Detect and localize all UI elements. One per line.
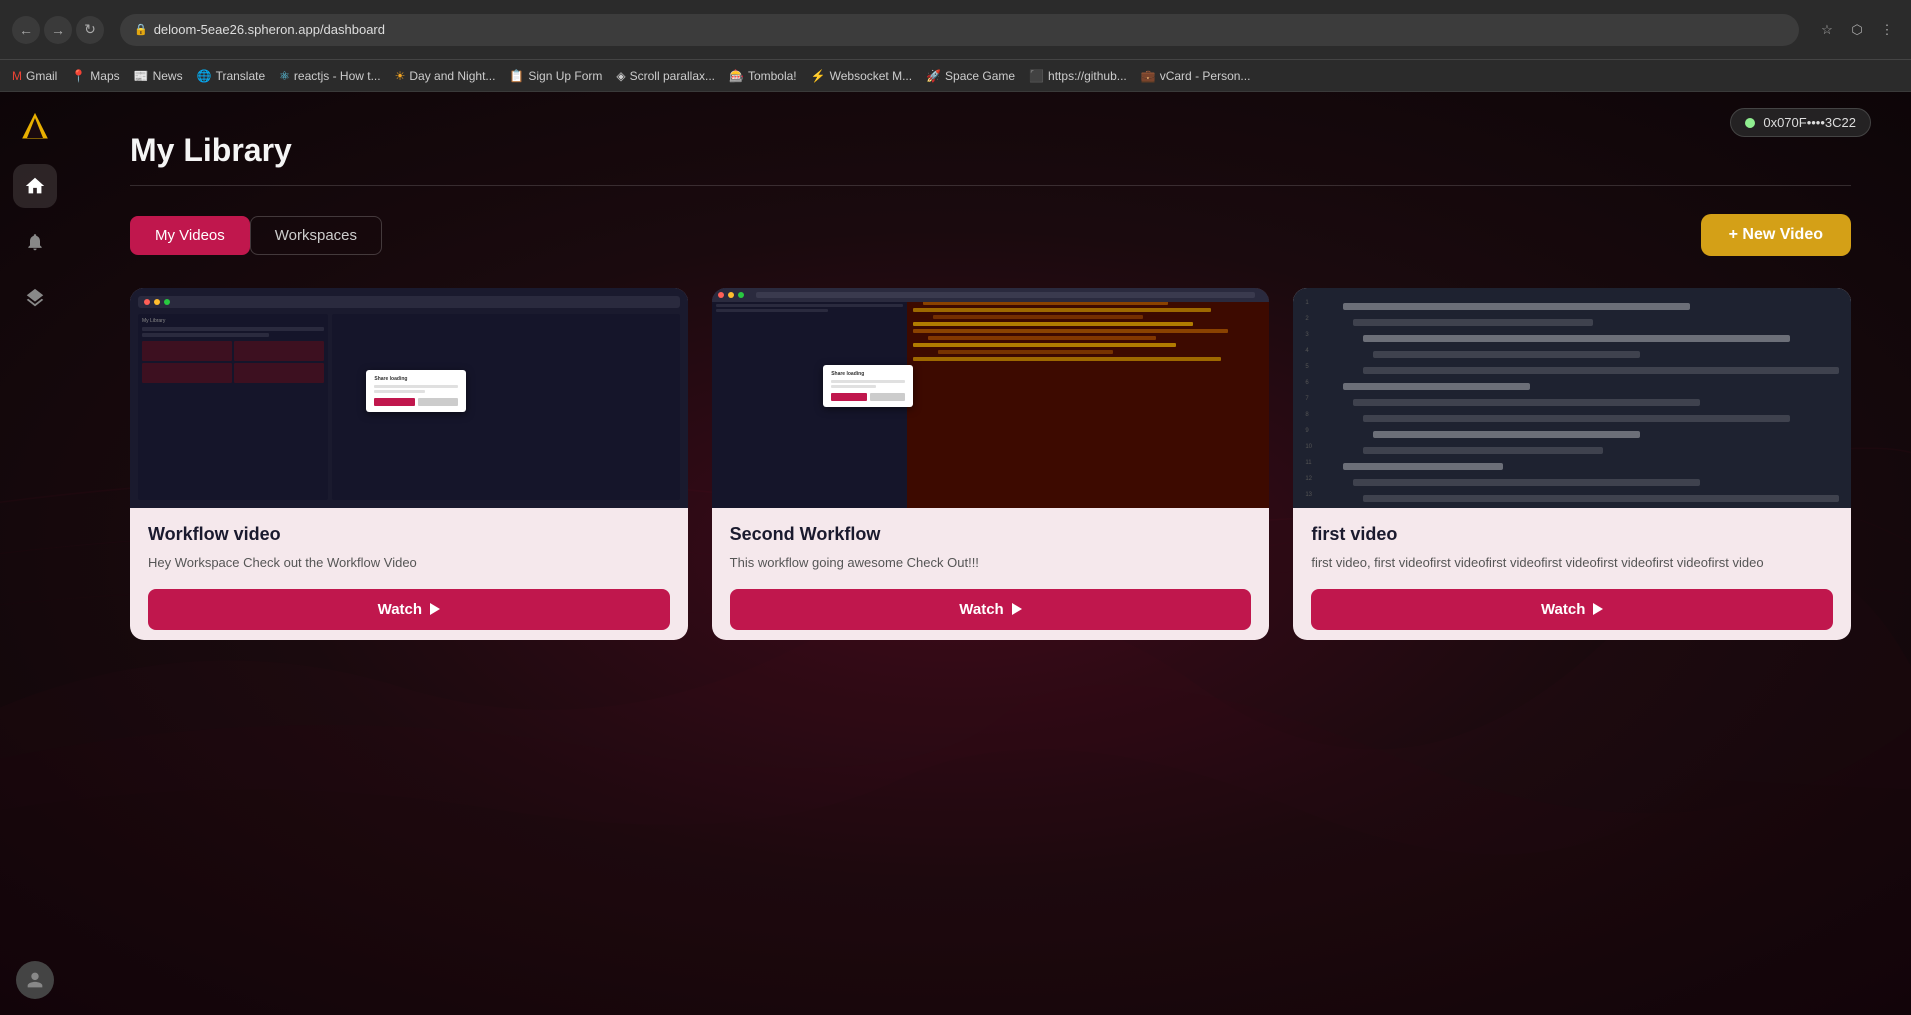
url-text: deloom-5eae26.spheron.app/dashboard bbox=[154, 22, 385, 37]
app-logo[interactable] bbox=[17, 108, 53, 144]
reactjs-icon: ⚛ bbox=[279, 69, 290, 83]
bookmark-gmail[interactable]: M Gmail bbox=[12, 69, 57, 83]
card-footer-2: Watch bbox=[730, 589, 1252, 630]
card-footer-3: Watch bbox=[1311, 589, 1833, 630]
parallax-icon: ◈ bbox=[616, 69, 625, 83]
tab-workspaces[interactable]: Workspaces bbox=[250, 216, 382, 255]
extensions-icon[interactable]: ⬡ bbox=[1845, 18, 1869, 42]
sidebar bbox=[0, 92, 70, 1015]
card-body-3: first video first video, first videofirs… bbox=[1293, 508, 1851, 640]
play-icon-1 bbox=[430, 603, 440, 615]
tombola-icon: 🎰 bbox=[729, 69, 744, 83]
app-container: 0x070F••••3C22 My Library My Videos Work… bbox=[0, 92, 1911, 1015]
bookmark-github[interactable]: ⬛ https://github... bbox=[1029, 69, 1127, 83]
watch-button-1[interactable]: Watch bbox=[148, 589, 670, 630]
websocket-icon: ⚡ bbox=[811, 69, 826, 83]
bookmark-vcard[interactable]: 💼 vCard - Person... bbox=[1141, 69, 1251, 83]
browser-nav-buttons: ← → ↻ bbox=[12, 16, 104, 44]
card-title-3: first video bbox=[1311, 524, 1833, 545]
header-bar: 0x070F••••3C22 bbox=[1730, 108, 1871, 137]
vcard-icon: 💼 bbox=[1141, 69, 1156, 83]
title-divider bbox=[130, 185, 1851, 186]
cards-grid: My Library bbox=[130, 288, 1851, 640]
play-icon-2 bbox=[1012, 603, 1022, 615]
card-title-2: Second Workflow bbox=[730, 524, 1252, 545]
bookmark-tombola[interactable]: 🎰 Tombola! bbox=[729, 69, 797, 83]
new-video-button[interactable]: + New Video bbox=[1701, 214, 1851, 256]
bookmark-news[interactable]: 📰 News bbox=[134, 69, 183, 83]
code-thumbnail: 1 2 3 4 bbox=[1293, 288, 1851, 508]
daynight-icon: ☀ bbox=[395, 69, 406, 83]
bookmark-daynight[interactable]: ☀ Day and Night... bbox=[395, 69, 496, 83]
wallet-badge[interactable]: 0x070F••••3C22 bbox=[1730, 108, 1871, 137]
bookmark-reactjs[interactable]: ⚛ reactjs - How t... bbox=[279, 69, 380, 83]
menu-icon[interactable]: ⋮ bbox=[1875, 18, 1899, 42]
spacegame-icon: 🚀 bbox=[926, 69, 941, 83]
star-icon[interactable]: ☆ bbox=[1815, 18, 1839, 42]
sidebar-item-home[interactable] bbox=[13, 164, 57, 208]
sidebar-item-layers[interactable] bbox=[13, 276, 57, 320]
maps-icon: 📍 bbox=[71, 69, 86, 83]
tabs-row: My Videos Workspaces + New Video bbox=[130, 214, 1851, 256]
card-thumbnail-1: My Library bbox=[130, 288, 688, 508]
github-icon: ⬛ bbox=[1029, 69, 1044, 83]
bookmark-maps[interactable]: 📍 Maps bbox=[71, 69, 119, 83]
bookmark-signup[interactable]: 📋 Sign Up Form bbox=[509, 69, 602, 83]
page-title: My Library bbox=[130, 132, 1851, 169]
card-desc-2: This workflow going awesome Check Out!!! bbox=[730, 553, 1252, 573]
card-body-1: Workflow video Hey Workspace Check out t… bbox=[130, 508, 688, 640]
signup-icon: 📋 bbox=[509, 69, 524, 83]
main-content: 0x070F••••3C22 My Library My Videos Work… bbox=[70, 92, 1911, 1015]
card-footer-1: Watch bbox=[148, 589, 670, 630]
translate-icon: 🌐 bbox=[197, 69, 212, 83]
bookmark-translate[interactable]: 🌐 Translate bbox=[197, 69, 266, 83]
watch-button-3[interactable]: Watch bbox=[1311, 589, 1833, 630]
card-thumbnail-3: 1 2 3 4 bbox=[1293, 288, 1851, 508]
lock-icon: 🔒 bbox=[134, 23, 148, 36]
bookmark-spacegame[interactable]: 🚀 Space Game bbox=[926, 69, 1015, 83]
wallet-status-dot bbox=[1745, 118, 1755, 128]
address-bar[interactable]: 🔒 deloom-5eae26.spheron.app/dashboard bbox=[120, 14, 1799, 46]
video-card-first[interactable]: 1 2 3 4 bbox=[1293, 288, 1851, 640]
card-desc-3: first video, first videofirst videofirst… bbox=[1311, 553, 1833, 573]
wallet-address: 0x070F••••3C22 bbox=[1763, 115, 1856, 130]
browser-actions: ☆ ⬡ ⋮ bbox=[1815, 18, 1899, 42]
news-icon: 📰 bbox=[134, 69, 149, 83]
tab-my-videos[interactable]: My Videos bbox=[130, 216, 250, 255]
video-card-workflow-1[interactable]: My Library bbox=[130, 288, 688, 640]
play-icon-3 bbox=[1593, 603, 1603, 615]
card-desc-1: Hey Workspace Check out the Workflow Vid… bbox=[148, 553, 670, 573]
card-thumbnail-2: My Library bbox=[712, 288, 1270, 508]
browser-chrome: ← → ↻ 🔒 deloom-5eae26.spheron.app/dashbo… bbox=[0, 0, 1911, 60]
video-card-workflow-2[interactable]: My Library bbox=[712, 288, 1270, 640]
forward-button[interactable]: → bbox=[44, 16, 72, 44]
sidebar-item-notifications[interactable] bbox=[13, 220, 57, 264]
card-body-2: Second Workflow This workflow going awes… bbox=[712, 508, 1270, 640]
watch-button-2[interactable]: Watch bbox=[730, 589, 1252, 630]
bookmark-websocket[interactable]: ⚡ Websocket M... bbox=[811, 69, 912, 83]
gmail-icon: M bbox=[12, 69, 22, 83]
tabs-left: My Videos Workspaces bbox=[130, 216, 382, 255]
bookmark-parallax[interactable]: ◈ Scroll parallax... bbox=[616, 69, 715, 83]
bookmarks-bar: M Gmail 📍 Maps 📰 News 🌐 Translate ⚛ reac… bbox=[0, 60, 1911, 92]
refresh-button[interactable]: ↻ bbox=[76, 16, 104, 44]
card-title-1: Workflow video bbox=[148, 524, 670, 545]
back-button[interactable]: ← bbox=[12, 16, 40, 44]
user-avatar[interactable] bbox=[16, 961, 54, 999]
